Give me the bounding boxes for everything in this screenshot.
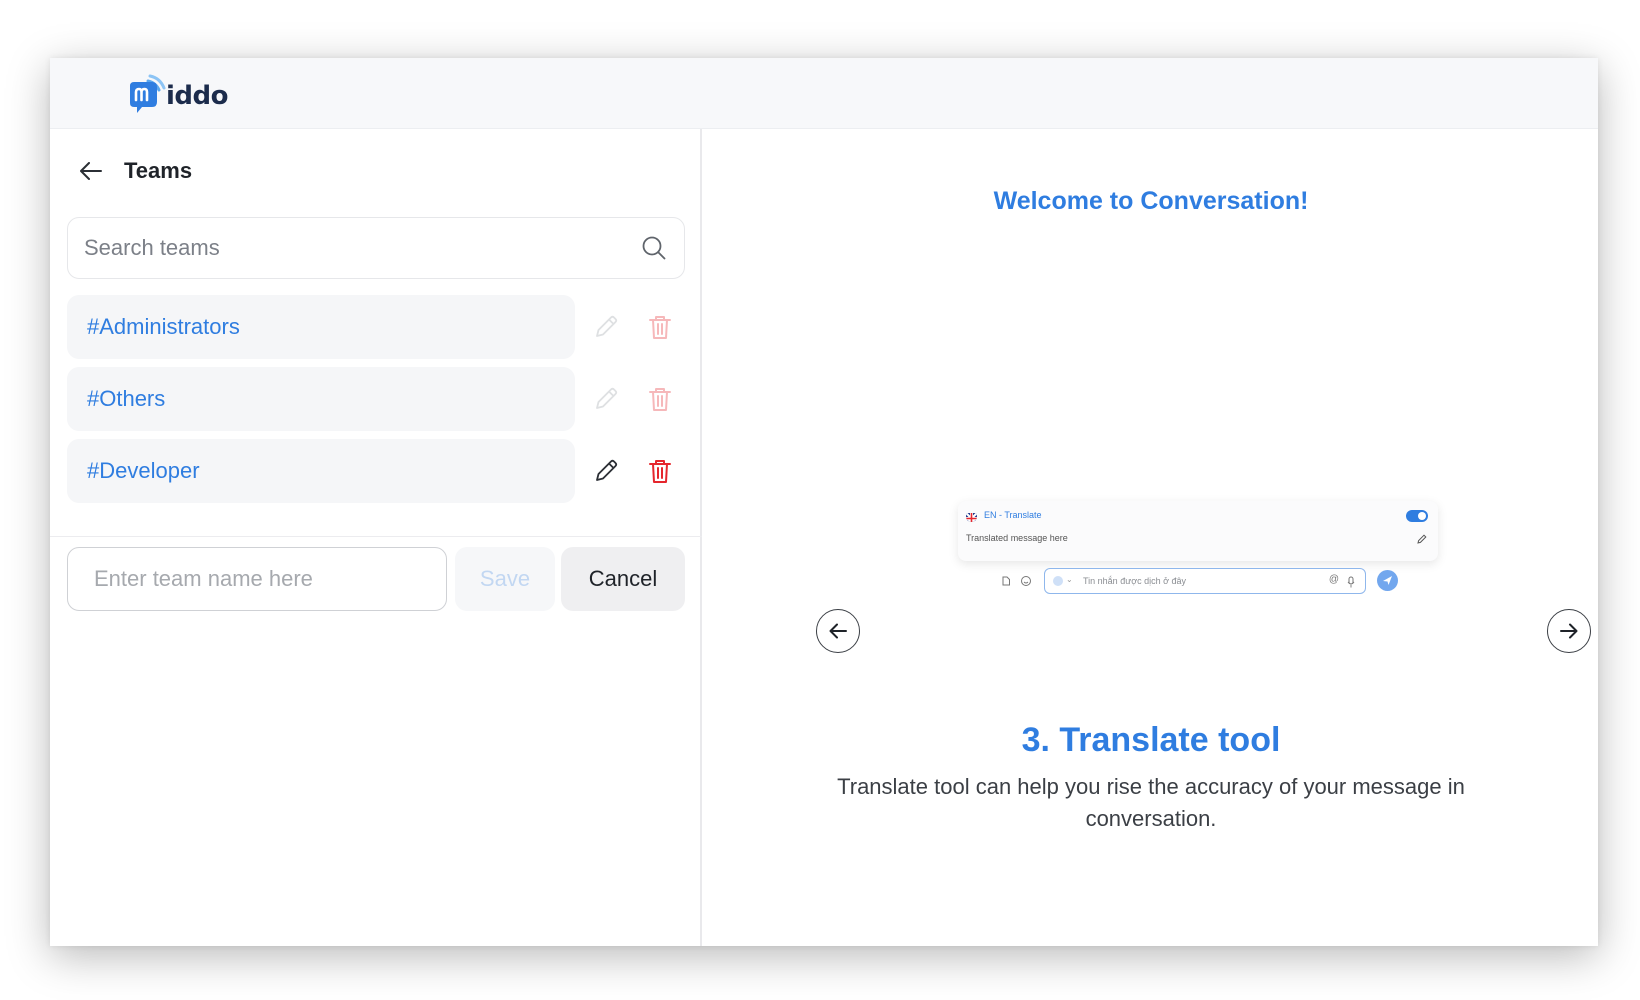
edit-pencil-icon[interactable] <box>591 456 621 486</box>
slide-description: Translate tool can help you rise the acc… <box>837 774 1465 831</box>
preview-translate-card: EN - Translate Translated message here <box>958 501 1438 561</box>
search-input[interactable] <box>84 235 640 261</box>
divider <box>50 536 702 537</box>
preview-mic-icon <box>1347 575 1355 593</box>
previous-slide-button[interactable] <box>816 609 860 653</box>
app-window: iddo Teams #Administrators #Other <box>50 58 1598 946</box>
preview-send-icon <box>1377 570 1398 591</box>
preview-emoji-icon <box>1020 574 1032 586</box>
preview-chat-bar: ⌄ Tin nhắn được dịch ở đây @ <box>994 567 1404 595</box>
middo-logo-icon <box>130 74 166 113</box>
preview-input-placeholder: Tin nhắn được dịch ở đây <box>1083 576 1187 586</box>
onboarding-panel: Welcome to Conversation! EN - Translate … <box>704 129 1598 946</box>
arrow-left-icon <box>829 623 847 639</box>
preview-toggle-icon <box>1406 510 1428 522</box>
cancel-button[interactable]: Cancel <box>561 547 685 611</box>
team-item[interactable]: #Others <box>67 367 575 431</box>
team-item[interactable]: #Administrators <box>67 295 575 359</box>
trash-icon[interactable] <box>645 384 675 414</box>
preview-message-input: ⌄ Tin nhắn được dịch ở đây @ <box>1044 568 1366 594</box>
arrow-right-icon <box>1560 623 1578 639</box>
team-name-input[interactable] <box>67 547 447 611</box>
team-row: #Administrators <box>67 295 685 359</box>
brand-logo-text: iddo <box>166 81 229 111</box>
search-icon[interactable] <box>640 234 668 262</box>
edit-pencil-icon[interactable] <box>591 384 621 414</box>
preview-mention-icon: @ <box>1328 574 1339 585</box>
next-slide-button[interactable] <box>1547 609 1591 653</box>
trash-icon[interactable] <box>645 456 675 486</box>
save-button[interactable]: Save <box>455 547 555 611</box>
top-bar: iddo <box>50 58 1598 129</box>
team-item[interactable]: #Developer <box>67 439 575 503</box>
preview-language-label: EN - Translate <box>984 510 1042 520</box>
welcome-heading: Welcome to Conversation! <box>993 187 1309 215</box>
preview-edit-icon <box>1416 532 1428 544</box>
team-row: #Others <box>67 367 685 431</box>
search-box <box>67 217 685 279</box>
trash-icon[interactable] <box>645 312 675 342</box>
team-row: #Developer <box>67 439 685 503</box>
back-arrow-icon[interactable] <box>78 158 104 184</box>
slide-title: 3. Translate tool <box>1021 721 1281 759</box>
feature-preview-image: EN - Translate Translated message here ⌄… <box>958 501 1438 611</box>
edit-pencil-icon[interactable] <box>591 312 621 342</box>
preview-chevron-down-icon: ⌄ <box>1066 575 1073 584</box>
preview-translated-text: Translated message here <box>966 533 1068 543</box>
teams-header: Teams <box>78 151 192 191</box>
preview-globe-icon <box>1053 576 1063 586</box>
uk-flag-icon <box>966 511 977 522</box>
preview-attach-icon <box>1000 574 1012 586</box>
teams-panel: Teams #Administrators #Others <box>50 129 702 946</box>
brand-logo[interactable]: iddo <box>126 72 229 116</box>
page-title: Teams <box>124 158 193 183</box>
